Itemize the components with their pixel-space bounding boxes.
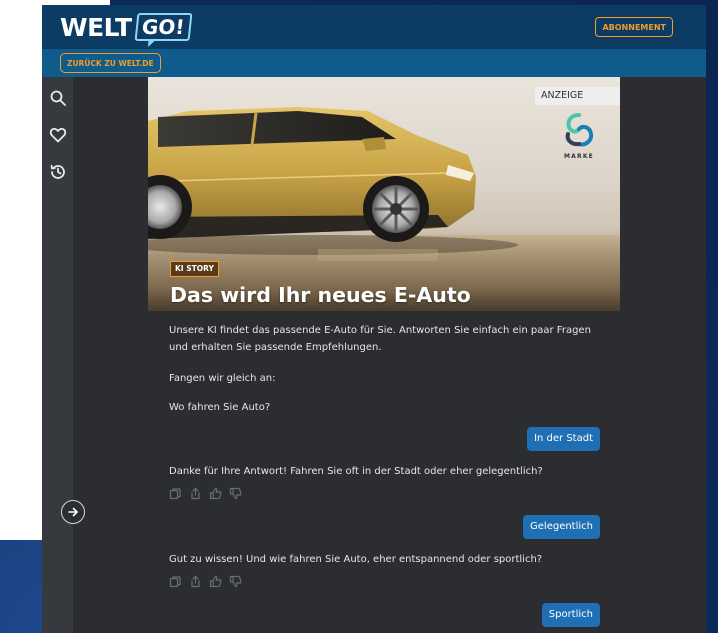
thumbs-down-icon[interactable] [229,487,242,500]
copy-icon[interactable] [169,575,182,588]
bot-message: Danke für Ihre Antwort! Fahren Sie oft i… [169,466,543,477]
sidebar [42,77,73,633]
logo-welt-text: WELT [60,12,132,42]
hero-banner[interactable]: ANZEIGE MARKE KI STORY Das wird Ihr neue… [148,77,620,311]
message-actions [169,575,242,589]
intro-text: Unsere KI findet das passende E-Auto für… [169,325,591,353]
answer-chip-occasional[interactable]: Gelegentlich [523,515,600,539]
app-window: WELT GO! ABONNEMENT ZURÜCK ZU WELT.DE AN… [42,5,706,633]
message-actions [169,487,242,501]
brand-name: MARKE [564,153,594,160]
share-icon[interactable] [189,575,202,588]
top-header: WELT GO! ABONNEMENT [42,5,706,49]
ki-story-badge: KI STORY [170,261,219,277]
welt-go-logo[interactable]: WELT GO! [60,10,192,44]
start-text: Fangen wir gleich an: [169,373,276,384]
thumbs-up-icon[interactable] [209,575,222,588]
ad-label: ANZEIGE [535,87,620,105]
logo-go-text: GO! [134,13,192,41]
back-to-welt-button[interactable]: ZURÜCK ZU WELT.DE [60,53,161,73]
arrow-right-icon[interactable] [61,500,85,524]
history-icon[interactable] [49,163,67,181]
answer-chip-sporty[interactable]: Sportlich [541,603,600,627]
search-icon[interactable] [49,89,67,107]
brand-block: MARKE [558,111,600,160]
answer-chip-city[interactable]: In der Stadt [527,427,600,451]
sub-header: ZURÜCK ZU WELT.DE [42,49,706,77]
thumbs-up-icon[interactable] [209,487,222,500]
brand-logo-icon [565,113,594,147]
hero-title: Das wird Ihr neues E-Auto [170,283,471,307]
thumbs-down-icon[interactable] [229,575,242,588]
copy-icon[interactable] [169,487,182,500]
heart-icon[interactable] [49,126,67,144]
bot-message: Gut zu wissen! Und wie fahren Sie Auto, … [169,554,543,565]
subscription-button[interactable]: ABONNEMENT [595,17,673,37]
share-icon[interactable] [189,487,202,500]
background-panel [0,0,45,540]
question-text: Wo fahren Sie Auto? [169,402,271,413]
